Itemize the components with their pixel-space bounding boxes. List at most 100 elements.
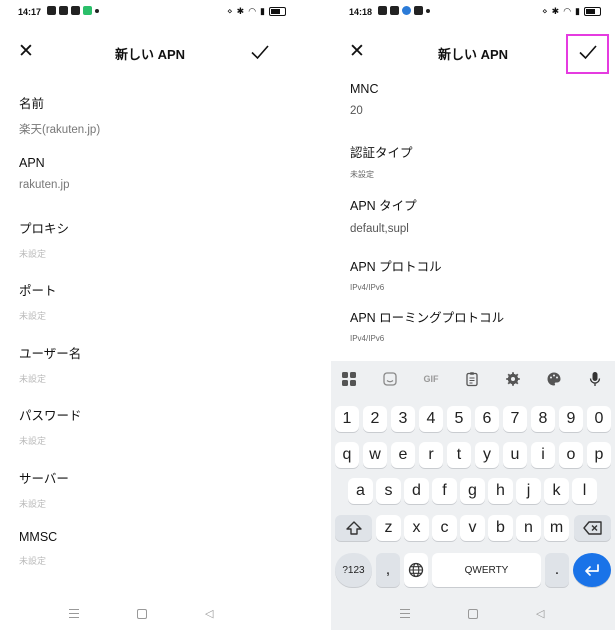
shift-icon: [345, 521, 362, 535]
clipboard-icon[interactable]: [462, 369, 482, 389]
key-x[interactable]: x: [404, 515, 429, 541]
field-label: APN タイプ: [350, 199, 417, 213]
key-g[interactable]: g: [460, 478, 485, 504]
key-l[interactable]: l: [572, 478, 597, 504]
recent-apps-icon[interactable]: [400, 609, 410, 621]
field-label: 認証タイプ: [350, 146, 413, 160]
key-f[interactable]: f: [432, 478, 457, 504]
key-n[interactable]: n: [516, 515, 541, 541]
key-w[interactable]: w: [363, 442, 387, 468]
backspace-key[interactable]: [574, 515, 611, 541]
enter-icon: [585, 564, 599, 576]
symbols-key[interactable]: ?123: [335, 553, 372, 587]
more-notifications-icon: [95, 8, 99, 13]
key-e[interactable]: e: [391, 442, 415, 468]
key-r[interactable]: r: [419, 442, 443, 468]
sticker-icon[interactable]: [380, 369, 400, 389]
key-j[interactable]: j: [516, 478, 541, 504]
back-icon[interactable]: ◁: [536, 607, 544, 620]
battery-icon: [584, 7, 601, 16]
apn-roaming-protocol-field[interactable]: APN ローミングプロトコル IPv4/IPv6: [350, 307, 504, 343]
key-y[interactable]: y: [475, 442, 499, 468]
key-m[interactable]: m: [544, 515, 569, 541]
key-u[interactable]: u: [503, 442, 527, 468]
key-1[interactable]: 1: [335, 406, 359, 432]
field-value: rakuten.jp: [19, 179, 70, 191]
home-icon[interactable]: [468, 609, 478, 619]
status-time: 14:18: [349, 7, 373, 17]
vibrate-icon: ⋄: [542, 6, 548, 16]
save-check-icon[interactable]: [248, 40, 272, 64]
key-4[interactable]: 4: [419, 406, 443, 432]
period-key[interactable]: .: [545, 553, 569, 587]
field-label: APN ローミングプロトコル: [350, 311, 505, 325]
key-i[interactable]: i: [531, 442, 555, 468]
key-a[interactable]: a: [348, 478, 373, 504]
key-2[interactable]: 2: [363, 406, 387, 432]
status-bar: 14:17 ⋄ ✱ ◠ ▮: [0, 0, 300, 24]
enter-key[interactable]: [573, 553, 611, 587]
signal-icon: ▮: [575, 6, 580, 16]
field-label: パスワード: [19, 409, 82, 423]
apn-field[interactable]: APN rakuten.jp: [19, 156, 70, 191]
apn-type-field[interactable]: APN タイプ default,supl: [350, 195, 417, 235]
shift-key[interactable]: [335, 515, 372, 541]
wifi-icon: ◠: [563, 6, 572, 16]
key-d[interactable]: d: [404, 478, 429, 504]
key-b[interactable]: b: [488, 515, 513, 541]
port-field[interactable]: ポート 未設定: [19, 280, 57, 322]
microphone-icon[interactable]: [585, 369, 605, 389]
key-0[interactable]: 0: [587, 406, 611, 432]
key-s[interactable]: s: [376, 478, 401, 504]
key-k[interactable]: k: [544, 478, 569, 504]
apps-grid-icon[interactable]: [339, 369, 359, 389]
field-value: 未設定: [19, 499, 47, 509]
key-p[interactable]: p: [587, 442, 611, 468]
key-6[interactable]: 6: [475, 406, 499, 432]
apn-protocol-field[interactable]: APN プロトコル IPv4/IPv6: [350, 256, 442, 292]
key-o[interactable]: o: [559, 442, 583, 468]
key-3[interactable]: 3: [391, 406, 415, 432]
key-t[interactable]: t: [447, 442, 471, 468]
vibrate-icon: ⋄: [227, 6, 233, 16]
mnc-field[interactable]: MNC 20: [350, 82, 378, 117]
soft-keyboard: GIF 1 2 3 4 5 6 7 8 9 0 q w e r t y u i …: [331, 361, 615, 630]
left-screen: 14:17 ⋄ ✱ ◠ ▮ ✕ 新しい APN 名前 楽天(rakuten.jp…: [0, 0, 300, 630]
field-label: プロキシ: [19, 222, 70, 236]
auth-type-field[interactable]: 認証タイプ 未設定: [350, 142, 413, 180]
key-8[interactable]: 8: [531, 406, 555, 432]
key-z[interactable]: z: [376, 515, 401, 541]
comma-key[interactable]: ,: [376, 553, 400, 587]
key-c[interactable]: c: [432, 515, 457, 541]
recent-apps-icon[interactable]: [69, 609, 79, 621]
gear-icon[interactable]: [503, 369, 523, 389]
key-h[interactable]: h: [488, 478, 513, 504]
bluetooth-icon: ✱: [236, 6, 245, 16]
key-v[interactable]: v: [460, 515, 485, 541]
palette-icon[interactable]: [544, 369, 564, 389]
right-screen: 14:18 ⋄ ✱ ◠ ▮ ✕ 新しい APN MNC 20 認証タイプ 未設定…: [331, 0, 615, 630]
chat-icon: [414, 6, 423, 15]
password-field[interactable]: パスワード 未設定: [19, 405, 82, 447]
home-icon[interactable]: [137, 609, 147, 619]
apn-name-field[interactable]: 名前 楽天(rakuten.jp): [19, 93, 100, 137]
username-field[interactable]: ユーザー名 未設定: [19, 343, 81, 385]
key-7[interactable]: 7: [503, 406, 527, 432]
field-value: 未設定: [19, 249, 47, 259]
field-label: APN プロトコル: [350, 260, 442, 274]
server-field[interactable]: サーバー 未設定: [19, 468, 69, 510]
back-icon[interactable]: ◁: [205, 607, 213, 620]
wifi-icon: ◠: [248, 6, 257, 16]
gif-icon[interactable]: GIF: [421, 369, 441, 389]
field-label: APN: [19, 156, 45, 170]
key-9[interactable]: 9: [559, 406, 583, 432]
save-button-highlight: [566, 34, 609, 74]
proxy-field[interactable]: プロキシ 未設定: [19, 218, 69, 260]
mmsc-field[interactable]: MMSC 未設定: [19, 530, 57, 567]
key-5[interactable]: 5: [447, 406, 471, 432]
more-notifications-icon: [426, 8, 430, 13]
field-value: default,supl: [350, 223, 409, 235]
key-q[interactable]: q: [335, 442, 359, 468]
space-bar[interactable]: QWERTY: [432, 553, 541, 587]
language-key[interactable]: [404, 553, 428, 587]
